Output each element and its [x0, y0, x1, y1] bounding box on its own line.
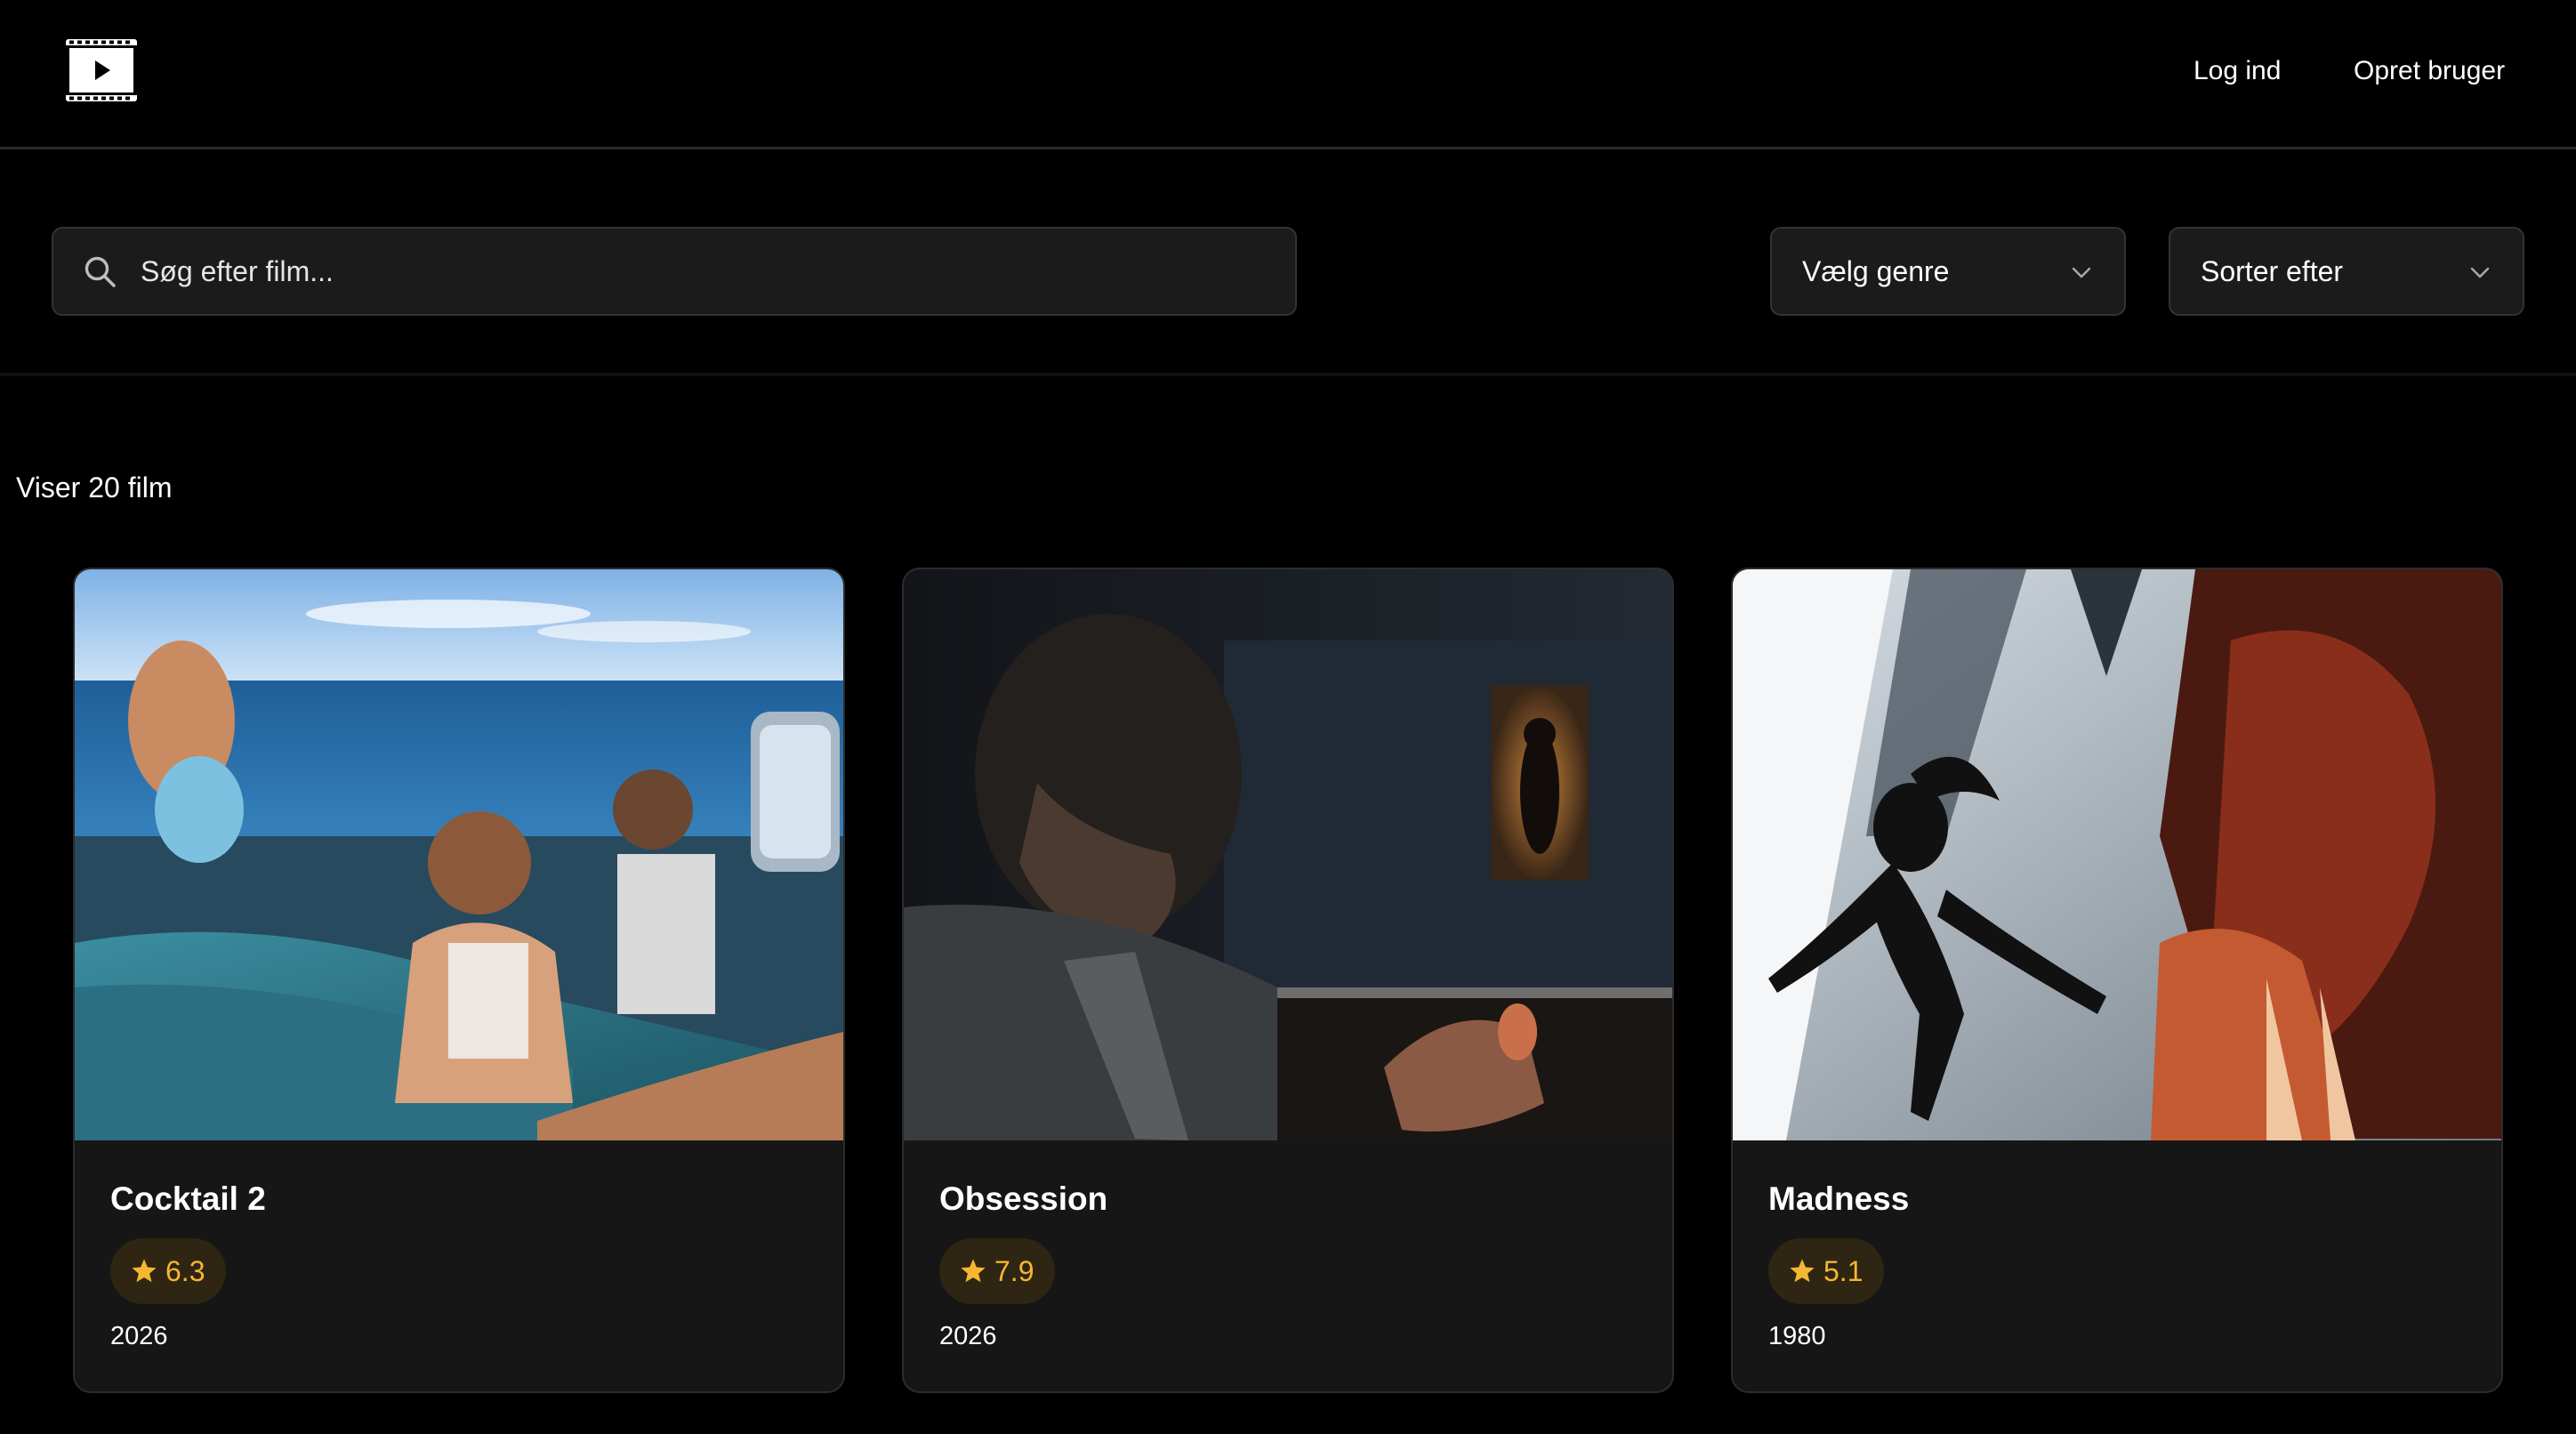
rating-badge: 5.1 — [1768, 1238, 1885, 1304]
search-icon — [85, 256, 116, 287]
movie-poster[interactable] — [904, 569, 1672, 1140]
star-icon — [961, 1259, 986, 1283]
results-count: Viser 20 film — [16, 471, 173, 504]
movie-poster[interactable] — [75, 569, 843, 1140]
rating-value: 7.9 — [994, 1255, 1034, 1287]
movie-card[interactable]: Madness 5.1 1980 — [1731, 568, 2503, 1393]
search-box[interactable] — [52, 227, 1297, 316]
sort-select[interactable]: Sorter efter — [2169, 227, 2524, 316]
genre-select-label: Vælg genre — [1802, 255, 1950, 287]
movie-year: 2026 — [939, 1322, 997, 1350]
movie-title[interactable]: Cocktail 2 — [110, 1180, 266, 1219]
chevron-down-icon — [2470, 267, 2490, 278]
movie-year: 2026 — [110, 1322, 168, 1350]
movie-title[interactable]: Obsession — [939, 1180, 1107, 1219]
rating-badge: 6.3 — [110, 1238, 227, 1304]
movie-title[interactable]: Madness — [1768, 1180, 1909, 1219]
rating-value: 6.3 — [165, 1255, 205, 1287]
film-play-icon[interactable] — [66, 39, 137, 101]
filter-bar: Vælg genre Sorter efter — [0, 152, 2576, 376]
movie-poster[interactable] — [1733, 569, 2501, 1140]
sort-select-label: Sorter efter — [2201, 255, 2344, 287]
login-link[interactable]: Log ind — [2194, 53, 2281, 89]
top-navigation: Log ind Opret bruger — [0, 0, 2576, 149]
star-icon — [1790, 1259, 1815, 1283]
rating-badge: 7.9 — [939, 1238, 1056, 1304]
movie-card[interactable]: Cocktail 2 6.3 2026 — [73, 568, 845, 1393]
chevron-down-icon — [2072, 267, 2091, 278]
genre-select[interactable]: Vælg genre — [1770, 227, 2126, 316]
search-input[interactable] — [141, 229, 1279, 314]
star-icon — [132, 1259, 157, 1283]
movie-card[interactable]: Obsession 7.9 2026 — [902, 568, 1674, 1393]
signup-link[interactable]: Opret bruger — [2354, 53, 2505, 89]
movie-year: 1980 — [1768, 1322, 1826, 1350]
rating-value: 5.1 — [1823, 1255, 1864, 1287]
